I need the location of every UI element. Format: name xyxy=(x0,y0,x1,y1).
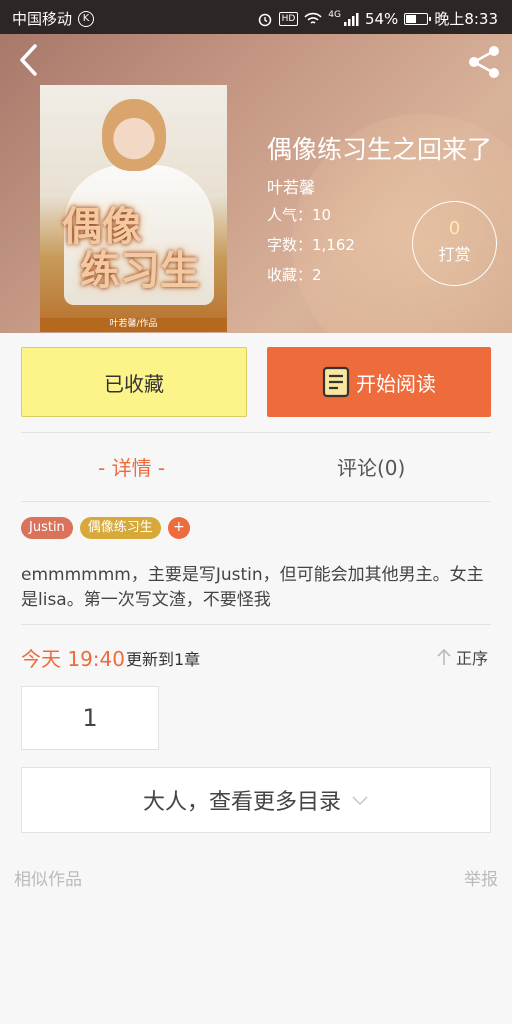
back-button[interactable] xyxy=(10,42,46,78)
add-tag-button[interactable]: + xyxy=(167,517,190,539)
book-intro: emmmmmm，主要是写Justin，但可能会加其他男主。女主是lisa。第一次… xyxy=(21,565,484,610)
book-cover: 偶像 练习生 叶若馨/作品 xyxy=(40,85,227,332)
update-time: 今天 19:40 xyxy=(21,647,125,671)
cover-title: 偶像 练习生 xyxy=(62,203,200,294)
wifi-icon xyxy=(304,12,322,24)
share-button[interactable] xyxy=(464,42,504,82)
report-link[interactable]: 举报 xyxy=(464,865,498,890)
clock: 晚上8:33 xyxy=(434,10,498,28)
tag-idol-trainee[interactable]: 偶像练习生 xyxy=(79,517,161,539)
book-title: 偶像练习生之回来了 xyxy=(267,135,493,164)
tag-justin[interactable]: Justin xyxy=(21,517,73,539)
tip-count: 0 xyxy=(448,218,461,239)
start-reading-button[interactable]: 开始阅读 xyxy=(267,347,491,417)
book-header: 偶像 练习生 叶若馨/作品 偶像练习生之回来了 叶若馨 人气：10 字数：1,1… xyxy=(0,34,512,333)
word-count-stat: 字数：1,162 xyxy=(267,236,355,254)
tag-list: Justin 偶像练习生 + xyxy=(21,517,190,539)
arrow-up-icon xyxy=(437,648,451,665)
favorites-stat: 收藏：2 xyxy=(267,266,322,284)
cover-author: 叶若馨/作品 xyxy=(109,319,158,329)
similar-works-link[interactable]: 相似作品 xyxy=(14,865,82,890)
alarm-icon xyxy=(258,13,271,26)
network-type: 4G xyxy=(328,9,341,20)
tip-button[interactable]: 0 打赏 xyxy=(412,201,497,286)
battery-icon xyxy=(404,12,432,25)
favorited-button[interactable]: 已收藏 xyxy=(21,347,247,417)
chevron-down-icon xyxy=(352,796,368,806)
tab-details[interactable]: - 详情 - xyxy=(98,452,165,481)
battery-percent: 54% xyxy=(364,9,399,28)
carrier-name: 中国移动 xyxy=(12,10,73,28)
divider xyxy=(21,624,491,625)
sort-label: 正序 xyxy=(456,649,489,668)
share-icon xyxy=(469,46,499,78)
divider xyxy=(21,432,491,433)
status-bar: 中国移动 K HD 4G 54% 晚上8:33 xyxy=(0,0,512,34)
signal-icon xyxy=(343,12,359,26)
tab-comments[interactable]: 评论(0) xyxy=(337,452,405,481)
popularity-stat: 人气：10 xyxy=(267,206,332,224)
chapter-item[interactable]: 1 xyxy=(21,686,159,750)
update-chapter: 更新到1章 xyxy=(126,650,201,669)
divider xyxy=(21,501,491,502)
more-catalog-button[interactable]: 大人，查看更多目录 xyxy=(21,767,491,833)
book-author[interactable]: 叶若馨 xyxy=(267,174,315,198)
start-reading-label: 开始阅读 xyxy=(356,371,436,396)
more-catalog-label: 大人，查看更多目录 xyxy=(142,790,341,815)
book-icon xyxy=(322,366,350,398)
hd-icon: HD xyxy=(278,11,299,26)
carrier-k-icon: K xyxy=(78,10,95,27)
tip-label: 打赏 xyxy=(438,245,471,264)
chevron-left-icon xyxy=(20,44,37,76)
sort-order-button[interactable]: 正序 xyxy=(436,645,488,669)
